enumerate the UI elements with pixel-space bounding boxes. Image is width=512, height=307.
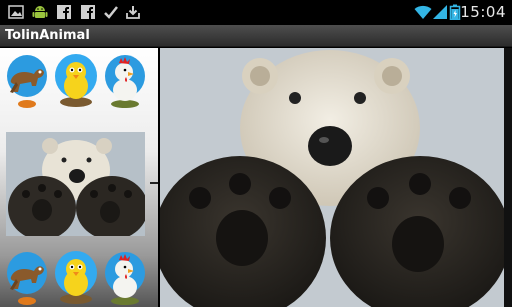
image-icon: [8, 5, 24, 19]
polar-bear-photo: [160, 48, 504, 307]
edge-shadow: [504, 48, 512, 307]
check-icon: [104, 6, 118, 19]
content-area: [0, 48, 512, 307]
main-image-view[interactable]: [160, 48, 504, 307]
wifi-icon: [414, 5, 432, 19]
polar-bear-photo: [6, 132, 145, 236]
download-icon: [126, 6, 140, 19]
chick-icon[interactable]: [54, 249, 98, 307]
chicken-icon[interactable]: [104, 52, 148, 110]
horse-icon[interactable]: [4, 52, 48, 110]
android-icon: [32, 6, 48, 18]
chicken-icon[interactable]: [104, 249, 148, 307]
status-bar: 15:04: [0, 0, 512, 25]
action-bar: TolinAnimal: [0, 25, 512, 47]
facebook-icon: [81, 5, 95, 19]
clock: 15:04: [460, 3, 506, 21]
chick-icon[interactable]: [54, 52, 98, 110]
signal-icon: [433, 5, 447, 19]
app-title: TolinAnimal: [5, 28, 90, 43]
selected-image-preview[interactable]: [6, 132, 145, 236]
horse-icon[interactable]: [4, 249, 48, 307]
thumbnail-gallery[interactable]: [0, 48, 158, 307]
divider: [150, 182, 158, 184]
battery-icon: [449, 4, 461, 20]
facebook-icon: [57, 5, 71, 19]
